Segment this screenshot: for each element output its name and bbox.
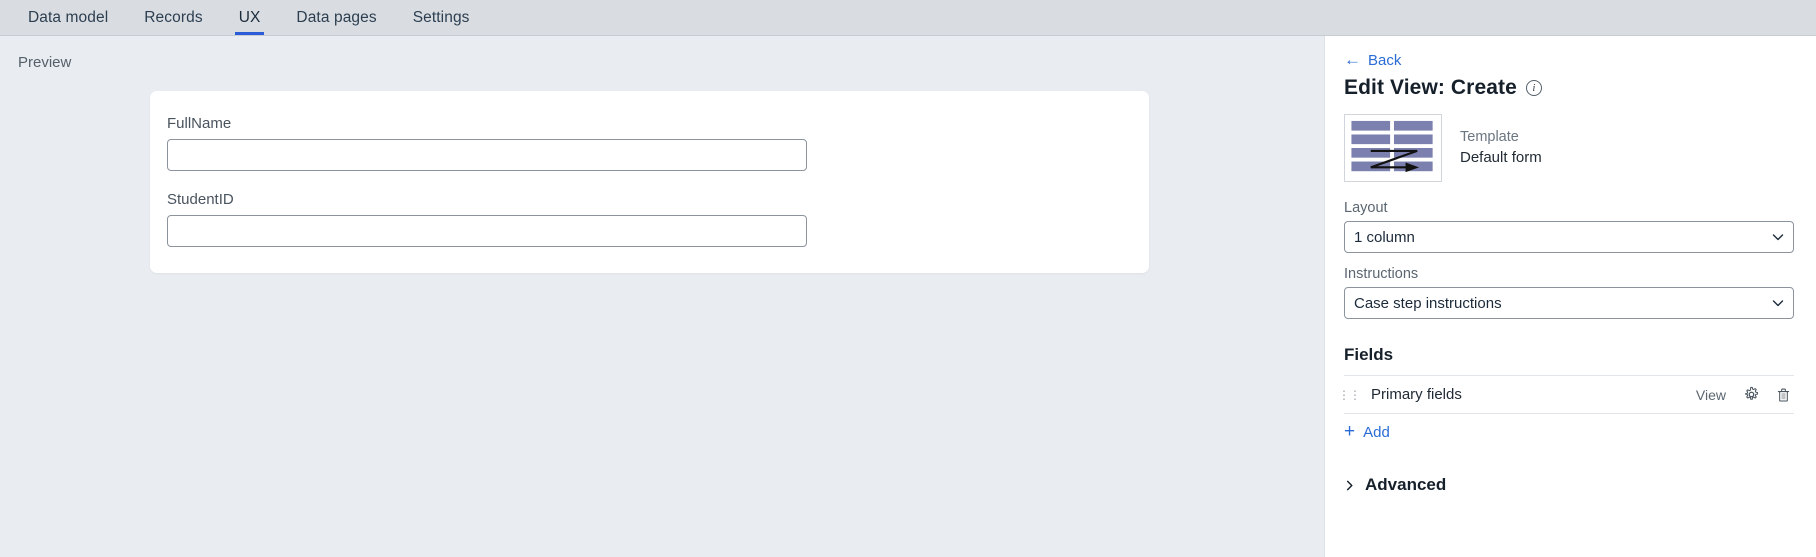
tab-ux-label: UX bbox=[238, 8, 261, 26]
fields-list: ⋮⋮ Primary fields View bbox=[1338, 375, 1794, 414]
preview-field-fullname: FullName bbox=[150, 115, 1149, 171]
preview-label: Preview bbox=[18, 54, 72, 71]
tab-settings-label: Settings bbox=[412, 8, 470, 26]
drag-handle-icon[interactable]: ⋮⋮ bbox=[1338, 388, 1361, 402]
instructions-label: Instructions bbox=[1344, 266, 1419, 282]
tab-data-model[interactable]: Data model bbox=[10, 0, 126, 35]
layout-field: Layout 1 column bbox=[1344, 200, 1794, 253]
template-value: Default form bbox=[1460, 148, 1542, 166]
template-row: Template Default form bbox=[1344, 114, 1794, 182]
tab-settings[interactable]: Settings bbox=[395, 0, 488, 35]
instructions-select-wrap: Case step instructions bbox=[1344, 287, 1794, 319]
preview-field-fullname-input[interactable] bbox=[167, 139, 807, 171]
plus-icon: + bbox=[1344, 421, 1356, 442]
template-meta: Template Default form bbox=[1460, 128, 1542, 168]
add-field-button[interactable]: + Add bbox=[1344, 421, 1390, 442]
preview-field-studentid: StudentID bbox=[150, 191, 1149, 247]
instructions-field: Instructions Case step instructions bbox=[1344, 266, 1794, 319]
table-row[interactable]: ⋮⋮ Primary fields View bbox=[1338, 376, 1794, 414]
info-icon[interactable]: i bbox=[1525, 80, 1542, 96]
layout-select[interactable]: 1 column bbox=[1344, 221, 1794, 253]
add-field-label: Add bbox=[1363, 424, 1390, 441]
advanced-label: Advanced bbox=[1365, 475, 1447, 494]
tab-ux[interactable]: UX bbox=[221, 0, 279, 35]
preview-field-studentid-label: StudentID bbox=[167, 191, 234, 208]
app-root: Data model Records UX Data pages Setting… bbox=[0, 0, 1816, 557]
back-button-label: Back bbox=[1368, 52, 1402, 69]
layout-select-wrap: 1 column bbox=[1344, 221, 1794, 253]
layout-label: Layout bbox=[1344, 200, 1388, 216]
fields-heading: Fields bbox=[1344, 345, 1394, 364]
advanced-section-toggle[interactable]: Advanced bbox=[1344, 475, 1794, 495]
chevron-right-icon bbox=[1346, 480, 1353, 490]
gear-icon[interactable] bbox=[1740, 384, 1762, 406]
top-tab-bar: Data model Records UX Data pages Setting… bbox=[0, 0, 1816, 36]
tab-data-model-label: Data model bbox=[28, 8, 109, 26]
instructions-select[interactable]: Case step instructions bbox=[1344, 287, 1794, 319]
preview-canvas: Preview FullName StudentID bbox=[0, 36, 1324, 557]
field-row-view-link[interactable]: View bbox=[1696, 387, 1726, 403]
tab-data-pages[interactable]: Data pages bbox=[278, 0, 394, 35]
arrow-left-icon: ← bbox=[1344, 50, 1361, 69]
tab-data-pages-label: Data pages bbox=[296, 8, 377, 26]
template-label: Template bbox=[1460, 129, 1519, 146]
template-thumbnail-icon[interactable] bbox=[1344, 114, 1442, 182]
panel-title-row: Edit View: Create i bbox=[1344, 76, 1794, 100]
trash-icon[interactable] bbox=[1772, 384, 1794, 406]
page-title: Edit View: Create bbox=[1344, 76, 1517, 99]
tab-records-label: Records bbox=[144, 8, 203, 26]
back-button[interactable]: ← Back bbox=[1344, 50, 1402, 69]
body-split: Preview FullName StudentID ← Back Edit V… bbox=[0, 36, 1816, 557]
preview-field-studentid-input[interactable] bbox=[167, 215, 807, 247]
field-row-name: Primary fields bbox=[1371, 386, 1462, 403]
edit-view-panel: ← Back Edit View: Create i Template Defa… bbox=[1324, 36, 1816, 557]
preview-form-card: FullName StudentID bbox=[150, 91, 1149, 273]
preview-field-fullname-label: FullName bbox=[167, 115, 232, 132]
tab-records[interactable]: Records bbox=[126, 0, 220, 35]
